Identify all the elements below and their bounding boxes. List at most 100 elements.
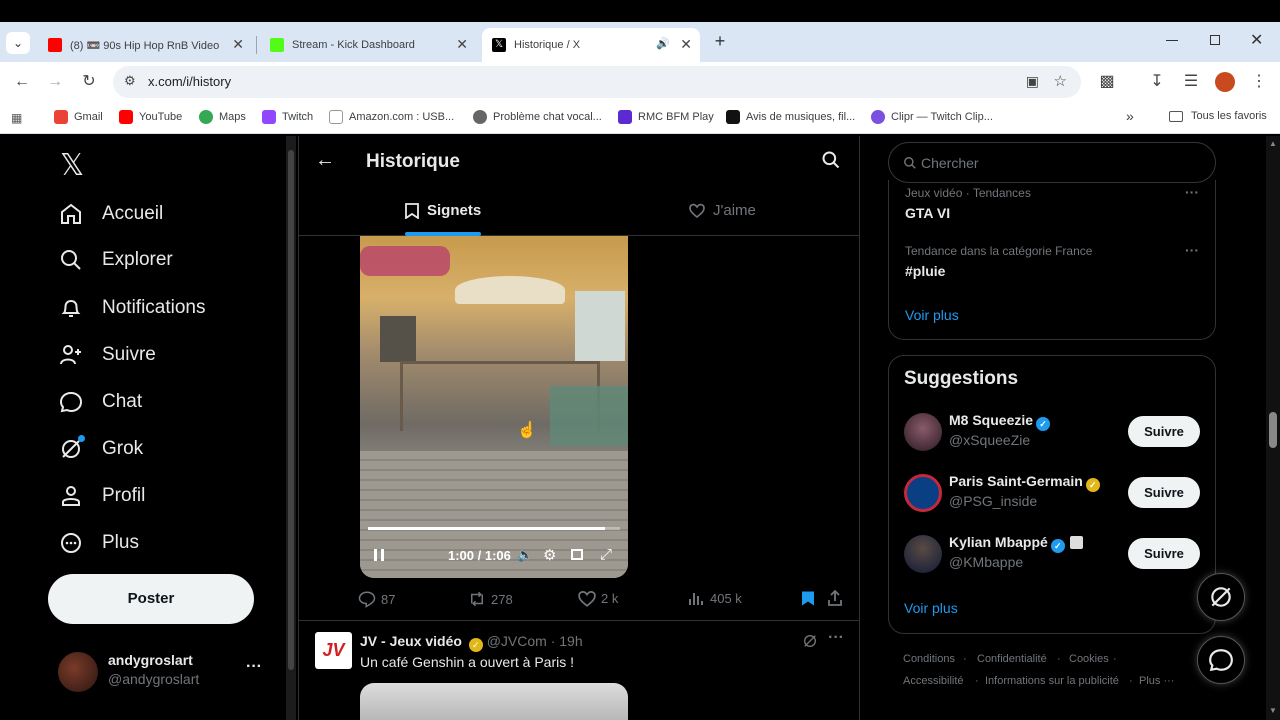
post-author[interactable]: JV - Jeux vidéo [360,633,462,649]
download-icon[interactable]: ↧ [1145,70,1169,94]
avatar[interactable] [904,413,942,451]
footer-link-cookies[interactable]: Cookies [1069,653,1109,665]
tab-signets[interactable]: Signets [299,188,579,236]
views-action[interactable]: 405 k [688,590,742,606]
search-icon[interactable] [821,150,841,175]
post-item[interactable]: JV JV - Jeux vidéo ✓ @JVCom · 19h ··· Un… [299,621,859,720]
bookmark-filled-icon[interactable] [801,590,815,612]
video-progress-track[interactable] [368,527,620,530]
tab-kick[interactable]: Stream - Kick Dashboard ✕ [260,28,476,62]
install-app-icon[interactable]: ▣ [1026,73,1039,90]
pause-icon[interactable] [374,549,384,561]
bookmark-probleme-chat[interactable]: Problème chat vocal... [473,110,602,124]
suggestion-name[interactable]: M8 Squeezie [949,412,1033,428]
back-icon[interactable]: ← [10,70,34,94]
trend-item[interactable]: Tendance dans la catégorie France #pluie… [889,238,1215,288]
bookmark-amazon[interactable]: Amazon.com : USB... [329,110,454,124]
fullscreen-icon[interactable]: ⤢ [600,546,612,563]
share-icon[interactable] [827,589,843,612]
extensions-icon[interactable]: ▩ [1095,70,1119,94]
footer-link-accessibilite[interactable]: Accessibilité [903,675,964,687]
post-more-icon[interactable]: ··· [828,629,844,647]
video-player[interactable]: 1:00 / 1:06 🔈 ⚙ ⤢ [360,236,628,578]
scrollbar-thumb[interactable] [288,150,294,670]
trend-more-icon[interactable]: ··· [1185,184,1199,200]
nav-item-chat[interactable]: Chat [58,384,142,420]
x-logo-icon[interactable]: 𝕏 [60,148,84,183]
follow-button[interactable]: Suivre [1128,416,1200,447]
account-switcher[interactable]: andygroslart @andygroslart ··· [58,648,273,698]
scrollbar-thumb[interactable] [1269,412,1277,448]
avatar[interactable] [904,474,942,512]
nav-item-grok[interactable]: Grok [58,431,143,467]
nav-item-plus[interactable]: Plus [58,525,139,561]
close-window-icon[interactable]: ✕ [1250,30,1263,50]
post-time[interactable]: · 19h [551,633,583,649]
grok-icon[interactable] [802,633,818,654]
bookmark-star-icon[interactable]: ☆ [1054,72,1067,90]
tab-youtube[interactable]: (8) 📼 90s Hip Hop RnB Video ✕ [38,28,252,62]
left-scrollbar[interactable] [286,136,296,720]
like-action[interactable]: 2 k [578,590,618,607]
reload-icon[interactable]: ↻ [77,70,101,94]
messages-fab-button[interactable] [1197,636,1245,684]
suggestions-show-more-link[interactable]: Voir plus [904,600,958,616]
site-info-icon[interactable]: ⚙ [124,73,136,89]
post-handle[interactable]: @JVCom [487,633,547,649]
profile-avatar[interactable] [1215,72,1235,92]
pip-icon[interactable] [571,549,583,560]
nav-item-accueil[interactable]: Accueil [58,196,163,232]
back-arrow-icon[interactable]: ← [315,149,335,172]
apps-grid-icon[interactable]: ▦ [11,111,25,125]
post-image[interactable] [360,683,628,720]
settings-icon[interactable]: ⚙ [543,546,556,564]
trend-item[interactable]: Jeux vidéo · Tendances GTA VI ··· [889,180,1215,230]
bookmark-clipr[interactable]: Clipr — Twitch Clip... [871,110,993,124]
trend-more-icon[interactable]: ··· [1185,242,1199,258]
close-tab-icon[interactable]: ✕ [232,36,244,53]
follow-button[interactable]: Suivre [1128,538,1200,569]
all-bookmarks[interactable]: Tous les favoris [1169,110,1267,122]
close-tab-icon[interactable]: ✕ [456,36,468,53]
avatar[interactable]: JV [315,632,352,669]
post-button[interactable]: Poster [48,574,254,624]
tab-search-button[interactable]: ⌄ [6,32,30,54]
omnibox[interactable]: ⚙ x.com/i/history ▣ ☆ [113,66,1081,98]
bookmark-youtube[interactable]: YouTube [119,110,182,124]
scroll-up-arrow-icon[interactable]: ▲ [1269,139,1277,148]
nav-item-explorer[interactable]: Explorer [58,242,173,278]
reply-action[interactable]: 87 [358,590,395,608]
footer-link-confidentialite[interactable]: Confidentialité [977,653,1047,665]
nav-item-suivre[interactable]: Suivre [58,337,156,373]
repost-action[interactable]: 278 [468,590,513,608]
bookmark-rmc[interactable]: RMC BFM Play [618,110,714,124]
suggestion-name[interactable]: Kylian Mbappé [949,534,1048,550]
menu-dots-icon[interactable]: ⋮ [1247,70,1271,94]
speaker-icon[interactable]: 🔊 [656,37,670,50]
nav-item-profil[interactable]: Profil [58,478,145,514]
footer-link-more[interactable]: Plus ··· [1139,675,1174,687]
bookmark-gmail[interactable]: Gmail [54,110,103,124]
footer-link-ads-info[interactable]: Informations sur la publicité [985,675,1119,687]
follow-button[interactable]: Suivre [1128,477,1200,508]
bookmark-avis-musiques[interactable]: Avis de musiques, fil... [726,110,855,124]
trends-show-more-link[interactable]: Voir plus [905,307,959,323]
minimize-icon[interactable] [1166,40,1178,41]
new-tab-button[interactable]: + [710,31,730,52]
bookmarks-overflow[interactable]: » [1126,108,1134,124]
media-control-icon[interactable]: ☰ [1179,70,1203,94]
restore-icon[interactable] [1210,35,1220,45]
bookmark-maps[interactable]: Maps [199,110,246,124]
footer-link-conditions[interactable]: Conditions [903,653,955,665]
tab-jaime[interactable]: J'aime [579,188,859,236]
suggestion-name[interactable]: Paris Saint-Germain [949,473,1083,489]
grok-fab-button[interactable] [1197,573,1245,621]
url-text[interactable]: x.com/i/history [148,74,231,89]
scroll-down-arrow-icon[interactable]: ▼ [1269,706,1277,715]
bookmark-twitch[interactable]: Twitch [262,110,313,124]
page-scrollbar[interactable]: ▲ ▼ [1266,136,1280,720]
tab-x-history[interactable]: 𝕏 Historique / X 🔊 ✕ [482,28,700,62]
close-tab-icon[interactable]: ✕ [680,36,692,53]
avatar[interactable] [904,535,942,573]
search-input[interactable]: Chercher [888,142,1216,183]
